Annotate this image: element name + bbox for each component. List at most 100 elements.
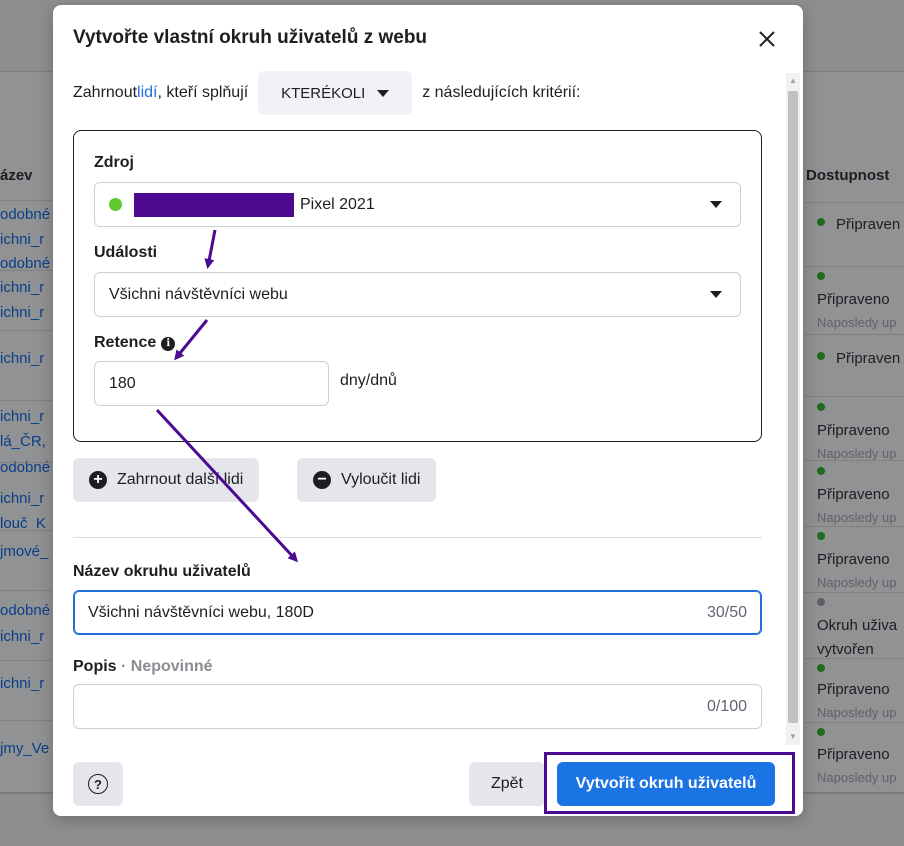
background-status-text: Připraveno xyxy=(817,681,890,698)
status-dot-icon xyxy=(817,467,825,475)
background-row-divider xyxy=(0,660,60,661)
include-prefix-text: Zahrnout xyxy=(73,84,138,101)
scroll-down-arrow-icon[interactable]: ▼ xyxy=(786,729,800,745)
background-list-item: odobné xyxy=(0,602,51,619)
match-any-select-value: KTERÉKOLI xyxy=(281,84,366,102)
background-list-item: lá_ČR, xyxy=(0,433,46,450)
background-status-text: Připraven xyxy=(836,216,901,233)
background-status-text: Připraveno xyxy=(817,486,890,503)
background-status-text: Připraveno xyxy=(817,746,890,763)
background-status-text: Okruh uživa xyxy=(817,617,898,634)
info-icon[interactable]: i xyxy=(161,336,176,351)
background-column-availability-header: Dostupnost xyxy=(806,167,890,184)
status-dot-icon xyxy=(817,218,825,226)
background-status-row-divider xyxy=(804,658,904,659)
dialog-scrollbar[interactable]: ▲ ▼ xyxy=(786,73,800,745)
criteria-box: Zdroj Pixel 2021 Události Všichni návště… xyxy=(73,130,762,442)
description-optional-label: Nepovinné xyxy=(130,658,213,675)
background-list-item: jmové_ xyxy=(0,543,49,560)
include-suffix-text: z následujících kritérií: xyxy=(422,84,581,101)
background-status-text: Připraven xyxy=(836,350,901,367)
pixel-active-status-dot-icon xyxy=(109,198,122,211)
background-status-subtext: Naposledy up xyxy=(817,705,897,720)
background-status-row-divider xyxy=(804,592,904,593)
background-list-item: jmy_Ve xyxy=(0,740,50,757)
chevron-down-icon xyxy=(377,89,390,97)
description-char-counter: 0/100 xyxy=(706,698,747,715)
background-status-subtext: Naposledy up xyxy=(817,770,897,785)
background-list-item: odobné xyxy=(0,206,51,223)
background-status-subtext: Naposledy up xyxy=(817,575,897,590)
background-row-divider xyxy=(0,270,60,271)
back-button[interactable]: Zpět xyxy=(469,762,545,806)
background-status-text: Připraveno xyxy=(817,422,890,439)
scroll-up-arrow-icon[interactable]: ▲ xyxy=(786,73,800,89)
help-button[interactable]: ? xyxy=(73,762,123,806)
background-status-row-divider xyxy=(804,266,904,267)
background-row-divider xyxy=(0,720,60,721)
scrollbar-thumb[interactable] xyxy=(788,91,798,723)
description-input[interactable]: 0/100 xyxy=(73,684,762,729)
include-criteria-line: Zahrnout lidí, kteří splňují KTERÉKOLI z… xyxy=(73,71,580,115)
background-list-item: ichni_r xyxy=(0,675,45,692)
close-button[interactable] xyxy=(753,25,781,53)
background-status-row-divider xyxy=(804,722,904,723)
match-any-select[interactable]: KTERÉKOLI xyxy=(258,71,413,115)
plus-circle-icon: + xyxy=(89,471,107,489)
background-row-divider xyxy=(0,400,60,401)
chevron-down-icon xyxy=(710,291,722,298)
exclude-people-button[interactable]: − Vyloučit lidi xyxy=(297,458,437,502)
include-middle-text: , kteří splňují xyxy=(157,84,249,101)
background-list-item: ichni_r xyxy=(0,628,45,645)
audience-name-char-counter: 30/50 xyxy=(706,604,747,621)
question-mark-icon: ? xyxy=(88,774,108,794)
background-list-item: ichni_r xyxy=(0,304,45,321)
source-label: Zdroj xyxy=(94,154,134,171)
background-list-item: ichni_r xyxy=(0,231,45,248)
background-list-item: ichni_r xyxy=(0,408,45,425)
background-status-subtext: Naposledy up xyxy=(817,510,897,525)
section-divider xyxy=(73,537,762,538)
retention-unit-label: dny/dnů xyxy=(340,372,397,389)
background-column-name-header: ázev xyxy=(0,167,33,184)
people-link[interactable]: lidí xyxy=(137,84,157,102)
close-icon xyxy=(759,31,775,47)
annotation-highlight-create-button xyxy=(544,752,795,814)
background-status-subtext: Naposledy up xyxy=(817,446,897,461)
retention-days-input[interactable]: 180 xyxy=(94,361,329,406)
status-dot-icon xyxy=(817,352,825,360)
background-status-text: Připraveno xyxy=(817,551,890,568)
audience-name-input[interactable]: Všichni návštěvníci webu, 180D 30/50 xyxy=(73,590,762,635)
retention-days-value: 180 xyxy=(109,374,136,392)
events-select[interactable]: Všichni návštěvníci webu xyxy=(94,272,741,317)
include-more-people-label: Zahrnout další lidi xyxy=(117,471,244,488)
status-dot-icon xyxy=(817,532,825,540)
source-select-value: Pixel 2021 xyxy=(300,195,375,213)
background-list-item: ichni_r xyxy=(0,279,45,296)
audience-name-label: Název okruhu uživatelů xyxy=(73,563,251,580)
status-dot-icon xyxy=(817,598,825,606)
audience-name-value: Všichni návštěvníci webu, 180D xyxy=(88,603,314,621)
exclude-people-label: Vyloučit lidi xyxy=(341,471,421,488)
background-status-subtext: Naposledy up xyxy=(817,315,897,330)
description-label: Popis xyxy=(73,658,117,675)
background-row-divider xyxy=(0,530,60,531)
background-status-row-divider xyxy=(804,526,904,527)
status-dot-icon xyxy=(817,728,825,736)
status-dot-icon xyxy=(817,664,825,672)
background-status-subtext: vytvořen xyxy=(817,641,874,658)
background-row-divider xyxy=(0,462,60,463)
chevron-down-icon xyxy=(710,201,722,208)
background-status-row-divider xyxy=(804,396,904,397)
status-dot-icon xyxy=(817,403,825,411)
source-select[interactable]: Pixel 2021 xyxy=(94,182,741,227)
background-status-row-divider xyxy=(804,334,904,335)
redacted-pixel-name xyxy=(134,192,294,217)
retention-label: Retence xyxy=(94,334,157,351)
events-select-value: Všichni návštěvníci webu xyxy=(109,285,288,303)
retention-label-row: Retence i xyxy=(94,334,176,352)
include-more-people-button[interactable]: + Zahrnout další lidi xyxy=(73,458,260,502)
create-website-audience-dialog: Vytvořte vlastní okruh uživatelů z webu … xyxy=(53,5,803,816)
description-label-row: Popis · Nepovinné xyxy=(73,658,213,676)
status-dot-icon xyxy=(817,272,825,280)
